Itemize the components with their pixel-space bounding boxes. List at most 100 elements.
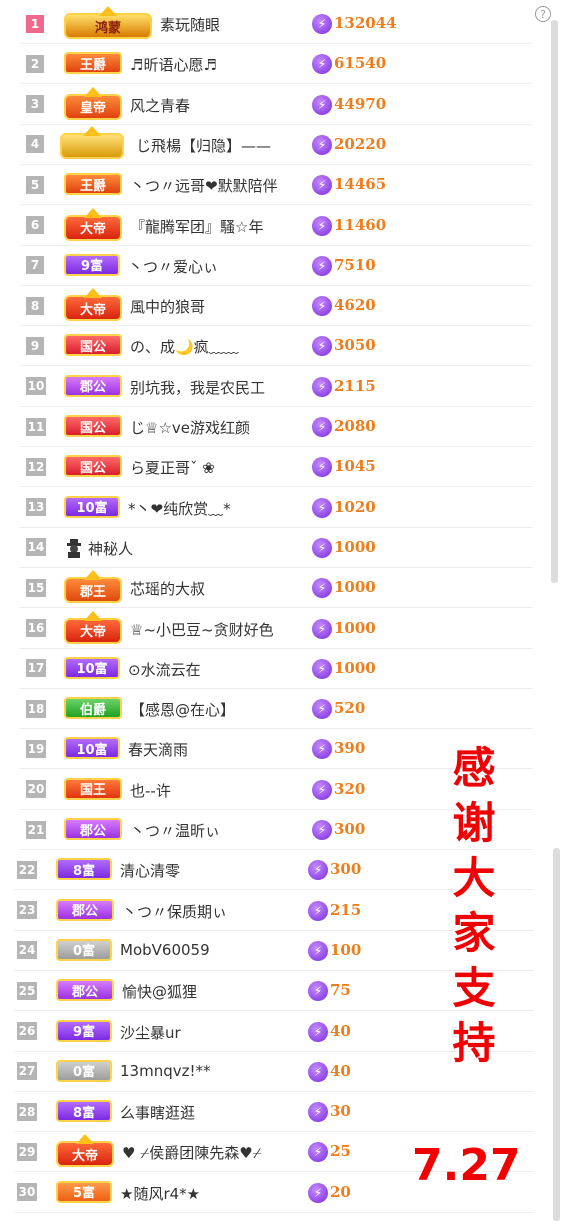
table-row[interactable]: 18 伯爵 【感恩@在心】 ⚡ 520 bbox=[20, 689, 532, 730]
table-row[interactable]: 5 王爵 丶つ〃远哥❤默默陪伴 ⚡ 14465 bbox=[20, 165, 532, 206]
gift-amount: 520 bbox=[334, 699, 366, 718]
table-row[interactable]: 17 10富 ⊙水流云在 ⚡ 1000 bbox=[20, 649, 532, 689]
rank-badge: 大帝 bbox=[64, 295, 122, 322]
table-row[interactable]: 28 8富 么事瞎逛逛 ⚡ 30 bbox=[14, 1092, 534, 1133]
table-row[interactable]: 14 神秘人 ⚡ 1000 bbox=[20, 528, 532, 568]
rank-badge: 大帝 bbox=[56, 1141, 114, 1168]
table-row[interactable]: 15 郡王 芯瑶的大叔 ⚡ 1000 bbox=[20, 568, 532, 609]
lightning-coin-icon: ⚡ bbox=[312, 699, 332, 720]
user-name[interactable]: 风之青春 bbox=[130, 95, 190, 116]
rank-number: 17 bbox=[26, 659, 46, 678]
table-row[interactable]: 3 皇帝 风之青春 ⚡ 44970 bbox=[20, 85, 532, 125]
scrollbar-top[interactable] bbox=[551, 20, 558, 583]
rank-badge: 郡王 bbox=[64, 577, 122, 604]
rank-number: 4 bbox=[26, 135, 44, 154]
user-name[interactable]: 神秘人 bbox=[88, 538, 133, 559]
user-name[interactable]: 丶つ〃温昕ぃ bbox=[130, 820, 220, 841]
table-row[interactable]: 10 郡公 别坑我，我是农民工 ⚡ 2115 bbox=[20, 367, 532, 407]
user-name[interactable]: ★随风r4*★ bbox=[120, 1183, 200, 1204]
gift-amount: 1000 bbox=[334, 578, 376, 597]
lightning-coin-icon: ⚡ bbox=[312, 94, 332, 115]
user-name[interactable]: 『龍腾军团』騷☆年 bbox=[130, 216, 263, 237]
lightning-coin-icon: ⚡ bbox=[312, 820, 332, 840]
rank-number: 22 bbox=[17, 860, 37, 879]
rank-badge: 郡公 bbox=[64, 818, 122, 840]
scrollbar-bottom[interactable] bbox=[553, 848, 560, 1221]
table-row[interactable]: 1 鸿蒙 素玩随眼 ⚡ 132044 bbox=[20, 4, 532, 44]
user-name[interactable]: 芯瑶的大叔 bbox=[130, 578, 205, 599]
rank-badge: 王爵 bbox=[64, 173, 122, 196]
table-row[interactable]: 11 国公 じ♕☆ve游戏红颜 ⚡ 2080 bbox=[20, 407, 532, 447]
rank-badge: 伯爵 bbox=[64, 697, 122, 720]
lightning-coin-icon: ⚡ bbox=[308, 1102, 328, 1123]
user-name[interactable]: 春天滴雨 bbox=[128, 739, 188, 760]
lightning-coin-icon: ⚡ bbox=[308, 860, 328, 881]
help-icon[interactable]: ? bbox=[535, 6, 551, 22]
user-name[interactable]: 13mnqvz!** bbox=[120, 1062, 211, 1080]
rank-number: 1 bbox=[26, 14, 44, 33]
table-row[interactable]: 4 じ飛楊【归隐】—— ⚡ 20220 bbox=[20, 125, 532, 165]
lightning-coin-icon: ⚡ bbox=[312, 215, 332, 236]
user-name[interactable]: ら夏正哥ˇ ❀ bbox=[130, 457, 215, 478]
rank-badge: 国公 bbox=[64, 455, 122, 478]
rank-number: 7 bbox=[26, 256, 44, 275]
table-row[interactable]: 16 大帝 ♕~小巴豆~贪财好色 ⚡ 1000 bbox=[20, 609, 532, 649]
gift-amount: 25 bbox=[330, 1142, 351, 1161]
table-row[interactable]: 7 9富 丶つ〃爱心ぃ ⚡ 7510 bbox=[20, 246, 532, 286]
user-name[interactable]: ♥ ⌿侯爵团陳先森♥⌿ bbox=[122, 1142, 262, 1163]
gift-amount: 300 bbox=[334, 820, 366, 838]
rank-badge: 国王 bbox=[64, 777, 122, 800]
thanks-char: 支 bbox=[452, 964, 496, 1014]
lightning-coin-icon: ⚡ bbox=[312, 578, 332, 599]
rank-number: 26 bbox=[17, 1022, 37, 1040]
lightning-coin-icon: ⚡ bbox=[312, 739, 332, 760]
rank-badge: 郡公 bbox=[64, 374, 122, 397]
lightning-coin-icon: ⚡ bbox=[308, 900, 328, 921]
table-row[interactable]: 9 国公 の、成🌙疯﹏﹏ ⚡ 3050 bbox=[20, 326, 532, 367]
user-name[interactable]: 清心清零 bbox=[120, 860, 180, 881]
user-name[interactable]: ⊙水流云在 bbox=[128, 659, 201, 680]
gift-amount: 30 bbox=[330, 1102, 351, 1121]
user-name[interactable]: の、成🌙疯﹏﹏ bbox=[130, 336, 239, 357]
user-name[interactable]: 愉快@狐狸 bbox=[122, 981, 197, 1002]
thanks-char: 大 bbox=[452, 854, 496, 904]
user-name[interactable]: ♕~小巴豆~贪财好色 bbox=[130, 619, 274, 640]
rank-number: 21 bbox=[26, 820, 46, 839]
user-name[interactable]: じ♕☆ve游戏红颜 bbox=[130, 417, 250, 438]
gift-amount: 40 bbox=[330, 1021, 351, 1040]
rank-number: 2 bbox=[26, 54, 44, 73]
user-name[interactable]: 風中的狼哥 bbox=[130, 296, 205, 317]
user-name[interactable]: 素玩随眼 bbox=[160, 14, 220, 35]
gift-amount: 320 bbox=[334, 779, 366, 798]
thanks-char: 家 bbox=[452, 909, 496, 959]
user-name[interactable]: 丶つ〃保质期ぃ bbox=[122, 901, 227, 922]
crown-badge-icon bbox=[60, 132, 124, 159]
lightning-coin-icon: ⚡ bbox=[312, 175, 332, 196]
table-row[interactable]: 8 大帝 風中的狼哥 ⚡ 4620 bbox=[20, 286, 532, 327]
rank-badge: 国公 bbox=[64, 415, 122, 437]
table-row[interactable]: 13 10富 *丶❤纯欣赏﹏* ⚡ 1020 bbox=[20, 488, 532, 528]
rank-number: 16 bbox=[26, 619, 46, 637]
user-name[interactable]: 丶つ〃远哥❤默默陪伴 bbox=[130, 175, 278, 196]
table-row[interactable]: 12 国公 ら夏正哥ˇ ❀ ⚡ 1045 bbox=[20, 447, 532, 488]
user-name[interactable]: 沙尘暴ur bbox=[120, 1022, 181, 1043]
user-name[interactable]: 【感恩@在心】 bbox=[130, 699, 235, 720]
user-name[interactable]: 也--许 bbox=[130, 780, 171, 801]
user-name[interactable]: ♬昕语心愿♬ bbox=[130, 54, 217, 75]
lightning-coin-icon: ⚡ bbox=[312, 54, 332, 75]
date-text: 7.27 bbox=[412, 1140, 521, 1191]
rank-badge: 郡公 bbox=[56, 979, 114, 1002]
user-name[interactable]: 么事瞎逛逛 bbox=[120, 1102, 195, 1123]
table-row[interactable]: 6 大帝 『龍腾军团』騷☆年 ⚡ 11460 bbox=[20, 206, 532, 246]
rank-badge: 5富 bbox=[56, 1180, 112, 1203]
user-name[interactable]: 别坑我，我是农民工 bbox=[130, 377, 265, 398]
user-name[interactable]: 丶つ〃爱心ぃ bbox=[128, 256, 218, 277]
gift-amount: 20220 bbox=[334, 134, 387, 153]
rank-number: 18 bbox=[26, 699, 46, 718]
user-name[interactable]: *丶❤纯欣赏﹏* bbox=[128, 498, 231, 519]
lightning-coin-icon: ⚡ bbox=[312, 134, 332, 155]
user-name[interactable]: MobV60059 bbox=[120, 941, 210, 959]
rank-number: 10 bbox=[26, 377, 46, 396]
table-row[interactable]: 2 王爵 ♬昕语心愿♬ ⚡ 61540 bbox=[20, 44, 532, 85]
user-name[interactable]: じ飛楊【归隐】—— bbox=[136, 135, 271, 156]
